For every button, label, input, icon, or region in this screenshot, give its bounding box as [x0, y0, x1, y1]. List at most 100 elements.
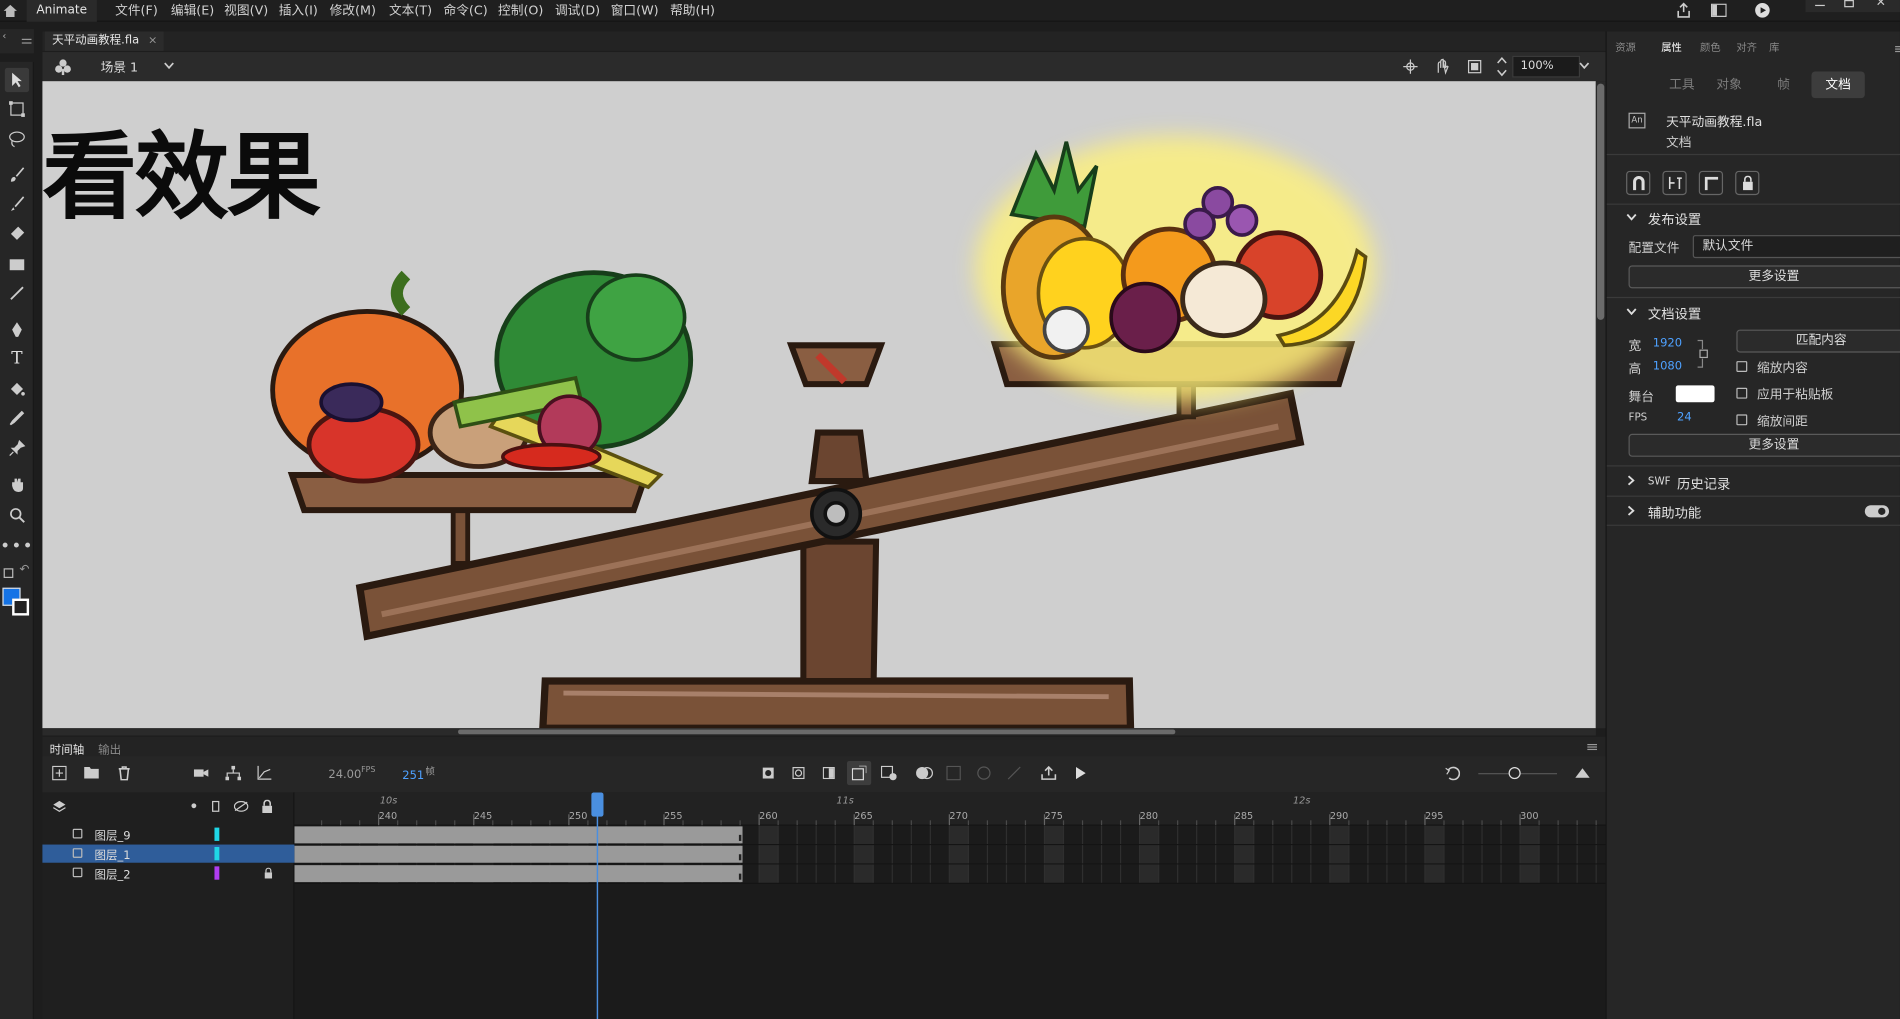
section-collapse-icon[interactable] [1626, 308, 1637, 316]
reset-icon[interactable] [1445, 766, 1461, 781]
document-tab[interactable]: 天平动画教程.fla × [44, 31, 164, 51]
slider-handle[interactable] [1508, 767, 1521, 780]
panel-tab[interactable]: 属性 [1661, 40, 1682, 54]
onion-skin-button[interactable] [846, 760, 872, 786]
menu-item[interactable]: 编辑(E) [171, 0, 214, 22]
pin-tool-icon[interactable] [5, 436, 29, 460]
swf-history-title[interactable]: 历史记录 [1677, 474, 1730, 493]
text-tool-icon[interactable]: T [5, 347, 29, 371]
layer-name[interactable]: 图层_1 [95, 846, 131, 862]
maximize-icon[interactable] [1844, 0, 1854, 8]
publish-settings-title[interactable]: 发布设置 [1648, 210, 1701, 229]
lock-button[interactable] [1735, 170, 1760, 196]
chevron-right-icon[interactable] [1627, 505, 1635, 516]
scrollbar-thumb[interactable] [458, 729, 1176, 735]
frame-span[interactable] [294, 865, 743, 883]
stage-vertical-scrollbar[interactable] [1595, 81, 1606, 729]
onion-skin-icon[interactable] [916, 766, 934, 781]
apply-pasteboard-checkbox[interactable] [1736, 387, 1748, 399]
section-collapse-icon[interactable] [1626, 213, 1637, 221]
playhead-handle[interactable] [591, 792, 604, 817]
snap-button[interactable] [1626, 170, 1651, 196]
zoom-dropdown-icon[interactable] [1579, 62, 1590, 70]
export-icon[interactable] [1041, 765, 1057, 781]
layer-color-swatch[interactable] [214, 866, 220, 880]
show-all-icon[interactable] [191, 803, 197, 809]
link-dimensions-icon[interactable] [1696, 338, 1708, 370]
panel-tab[interactable]: 对齐 [1736, 40, 1757, 54]
publish-more-settings-button[interactable]: 更多设置 [1628, 265, 1900, 289]
zoom-stepper-icon[interactable] [1496, 56, 1507, 78]
scene-name[interactable]: 场景 1 [101, 58, 139, 76]
layer-lock-icon[interactable] [264, 867, 273, 879]
menu-item[interactable]: 控制(O) [498, 0, 543, 22]
timeline-zoom-slider[interactable] [1478, 767, 1558, 780]
chevron-down-icon[interactable] [164, 62, 175, 70]
insert-blank-keyframe-icon[interactable] [792, 767, 805, 780]
menu-item[interactable]: 插入(I) [279, 0, 318, 22]
sync-icon[interactable] [1007, 766, 1022, 781]
layout-icon[interactable] [1710, 3, 1727, 17]
clip-content-icon[interactable] [1467, 59, 1482, 74]
minimize-icon[interactable] [1815, 4, 1825, 7]
edit-multiple-frames-icon[interactable] [946, 765, 961, 781]
layer-name[interactable]: 图层_9 [95, 826, 131, 843]
accessibility-title[interactable]: 辅助功能 [1648, 503, 1701, 522]
frame-span[interactable] [294, 845, 743, 863]
scale-spacing-checkbox[interactable] [1736, 414, 1748, 426]
frame-column[interactable] [949, 825, 969, 884]
scrollbar-thumb[interactable] [1597, 83, 1605, 320]
sub-tab[interactable]: 帧 [1765, 71, 1801, 98]
panel-tab[interactable]: 颜色 [1700, 40, 1721, 54]
layer-color-swatch[interactable] [214, 846, 220, 861]
menu-item[interactable]: 视图(V) [224, 0, 268, 22]
hide-icon[interactable] [233, 800, 249, 812]
panel-menu-icon[interactable] [1587, 743, 1598, 746]
frame-column[interactable] [1044, 825, 1064, 884]
loop-icon[interactable] [977, 766, 992, 781]
panel-tab[interactable]: 资源 [1615, 40, 1636, 54]
frame-column[interactable] [1424, 825, 1444, 884]
menu-item[interactable]: 帮助(H) [670, 0, 715, 22]
outline-icon[interactable] [212, 800, 220, 812]
panel-tab[interactable]: 库 [1769, 40, 1779, 54]
profile-select[interactable]: 默认文件 [1692, 235, 1900, 259]
zoom-tool-icon[interactable] [5, 503, 29, 527]
rulers-button[interactable] [1662, 170, 1687, 196]
layer-row[interactable]: 图层_2 [42, 864, 294, 882]
camera-icon[interactable] [193, 767, 209, 779]
frames-ruler[interactable]: 240 245 250 255 260 265 270 275 280 285 290 295 300 1… [294, 792, 1606, 1019]
home-icon[interactable] [2, 2, 18, 18]
frames-grid[interactable]: 240 245 250 255 260 265 270 275 280 285 290 295 300 1… [294, 792, 1606, 1019]
menu-item[interactable]: 文件(F) [115, 0, 158, 22]
layer-row[interactable]: 图层_1 [42, 844, 295, 863]
scale-content-checkbox[interactable] [1736, 361, 1748, 372]
match-contents-button[interactable]: 匹配内容 [1736, 329, 1900, 353]
graph-icon[interactable] [257, 765, 272, 781]
close-tab-icon[interactable]: × [148, 32, 157, 51]
pen-tool-icon[interactable] [5, 317, 29, 341]
sub-tab[interactable]: 文档 [1811, 71, 1865, 99]
test-movie-icon[interactable] [1755, 2, 1771, 18]
menu-item[interactable]: 窗口(W) [611, 0, 659, 22]
collapse-up-icon[interactable] [1575, 767, 1590, 778]
doc-more-settings-button[interactable]: 更多设置 [1628, 433, 1900, 457]
layer-row[interactable]: 图层_9 [42, 825, 294, 843]
brush-tool-icon[interactable] [5, 191, 29, 215]
menu-item[interactable]: 修改(M) [330, 0, 376, 22]
toolbar-menu-icon[interactable] [21, 38, 32, 40]
current-frame-value[interactable]: 251 [402, 769, 424, 782]
layer-parenting-icon[interactable] [225, 765, 242, 781]
layer-name[interactable]: 图层_2 [95, 865, 131, 882]
stage-horizontal-scrollbar[interactable] [42, 728, 1596, 736]
free-transform-tool-icon[interactable] [5, 97, 29, 121]
paint-brush-tool-icon[interactable] [5, 162, 29, 186]
insert-frame-icon[interactable] [822, 767, 835, 780]
frame-column[interactable] [1520, 825, 1540, 884]
swap-colors-icon[interactable]: ↶ [19, 563, 29, 576]
tab-output[interactable]: 输出 [98, 740, 121, 757]
default-colors-icon[interactable] [3, 568, 14, 578]
delete-layer-icon[interactable] [118, 766, 131, 781]
frame-span[interactable] [294, 826, 743, 844]
paint-bucket-tool-icon[interactable] [5, 377, 29, 401]
